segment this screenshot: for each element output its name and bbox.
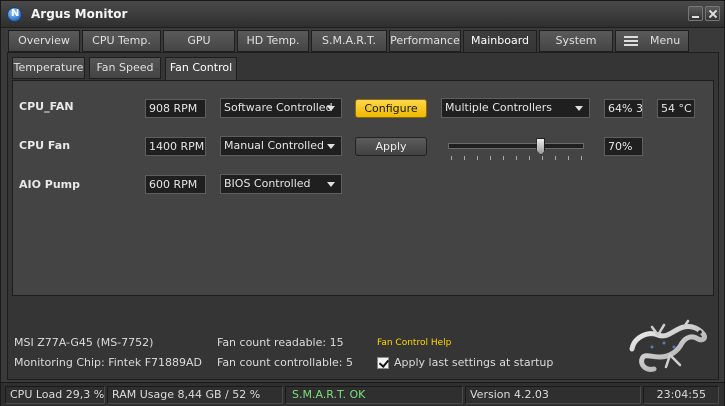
chevron-down-icon [327, 106, 335, 111]
slider-tick [542, 156, 543, 160]
slider-tick [451, 156, 452, 160]
fan-speed-slider-track[interactable] [448, 143, 584, 149]
apply-last-settings-checkbox[interactable] [377, 357, 389, 369]
slider-tick [503, 156, 504, 160]
fan-rpm-readout: 600 RPM [145, 175, 206, 194]
controller-value: Multiple Controllers [445, 101, 553, 114]
close-button[interactable] [705, 6, 720, 21]
subtab-temperature[interactable]: Temperature [12, 57, 85, 79]
subtab-fan-control[interactable]: Fan Control [165, 57, 237, 81]
slider-tick [581, 156, 582, 160]
window-title: Argus Monitor [31, 7, 128, 21]
fan-name-aio-pump: AIO Pump [19, 178, 81, 191]
slider-tick [529, 156, 530, 160]
slider-tick [464, 156, 465, 160]
fan-count-readable: Fan count readable: 15 [217, 336, 344, 349]
menu-label: Menu [650, 34, 681, 47]
fan-mode-value: Software Controlled [224, 101, 333, 114]
fan-percent-readout: 64% 3 [604, 99, 643, 118]
apply-last-settings-label: Apply last settings at startup [394, 356, 554, 369]
slider-tick [555, 156, 556, 160]
controller-select[interactable]: Multiple Controllers [441, 98, 590, 118]
tab-hd-temp[interactable]: HD Temp. [237, 30, 309, 52]
fan-name-cpu-fan-2: CPU Fan [19, 139, 71, 152]
minimize-button[interactable] [688, 6, 703, 21]
gecko-logo-icon [629, 319, 707, 372]
argus-logo-icon [7, 7, 22, 22]
chevron-down-icon [327, 182, 335, 187]
slider-tick [490, 156, 491, 160]
status-bar: CPU Load 29,3 % RAM Usage 8,44 GB / 52 %… [1, 382, 724, 406]
fan-mode-value: Manual Controlled [224, 139, 325, 152]
tab-overview[interactable]: Overview [8, 30, 80, 52]
hamburger-icon [624, 36, 638, 46]
fan-control-help-link[interactable]: Fan Control Help [377, 338, 451, 348]
fan-count-controllable: Fan count controllable: 5 [217, 356, 353, 369]
tab-menu[interactable]: Menu [615, 30, 689, 52]
title-bar[interactable]: Argus Monitor [1, 1, 724, 28]
slider-tick [516, 156, 517, 160]
fan-rpm-readout: 908 RPM [145, 99, 206, 118]
fan-mode-select[interactable]: BIOS Controlled [220, 174, 342, 194]
tab-mainboard[interactable]: Mainboard [463, 30, 537, 54]
app-window: Argus Monitor Overview CPU Temp. GPU HD … [0, 0, 725, 406]
chevron-down-icon [575, 106, 583, 111]
tab-performance[interactable]: Performance [389, 30, 461, 52]
configure-button[interactable]: Configure [355, 99, 427, 118]
fan-percent-readout: 70% [604, 137, 643, 156]
apply-button[interactable]: Apply [355, 137, 427, 156]
fan-mode-select[interactable]: Software Controlled [220, 98, 342, 118]
monitoring-chip: Monitoring Chip: Fintek F71889AD [14, 356, 203, 369]
board-model: MSI Z77A-G45 (MS-7752) [14, 336, 154, 349]
clock-status: 23:04:55 [643, 386, 719, 404]
tab-smart[interactable]: S.M.A.R.T. [311, 30, 387, 52]
subtab-fan-speed[interactable]: Fan Speed [89, 57, 161, 79]
ram-usage-status: RAM Usage 8,44 GB / 52 % [107, 386, 283, 404]
tab-cpu-temp[interactable]: CPU Temp. [82, 30, 161, 52]
cpu-load-status: CPU Load 29,3 % [5, 386, 105, 404]
chevron-down-icon [327, 144, 335, 149]
fan-rpm-readout: 1400 RPM [145, 137, 206, 156]
tab-gpu[interactable]: GPU [163, 30, 235, 52]
version-status: Version 4.2.03 [465, 386, 641, 404]
fan-temp-readout: 54 °C [657, 99, 695, 118]
slider-tick [477, 156, 478, 160]
tab-system[interactable]: System [539, 30, 613, 52]
fan-mode-value: BIOS Controlled [224, 177, 311, 190]
slider-tick [568, 156, 569, 160]
fan-mode-select[interactable]: Manual Controlled [220, 136, 342, 156]
smart-status: S.M.A.R.T. OK [285, 386, 463, 404]
fan-name-cpu-fan: CPU_FAN [19, 100, 74, 113]
